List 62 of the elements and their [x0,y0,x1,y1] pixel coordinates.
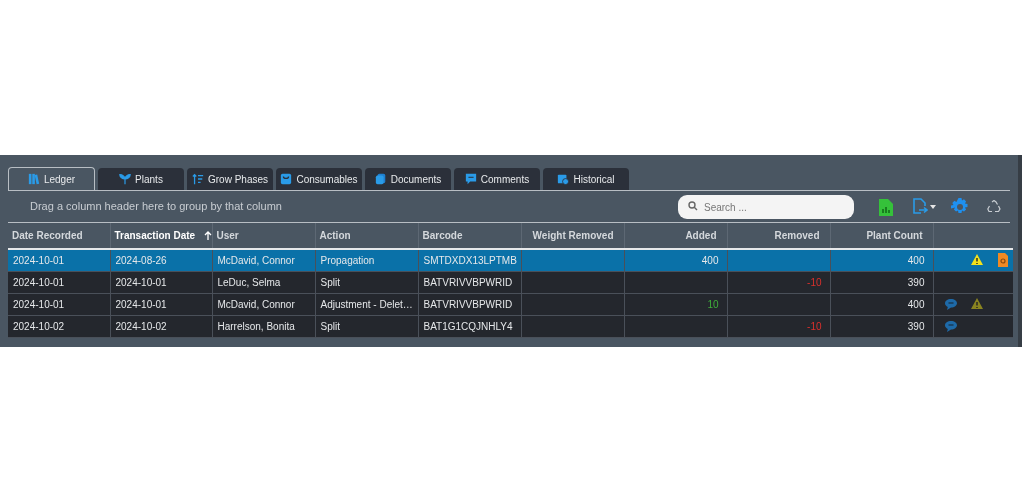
table-cell: SMTDXDX13LPTMB [418,249,521,271]
table-cell: BATVRIVVBPWRID [418,293,521,315]
document-icon[interactable] [995,253,1010,268]
documents-icon [374,173,387,185]
table-row[interactable]: 2024-10-02 2024-10-02 Harrelson, Bonita Split BAT1G1CQJNHLY4 -10 390 [8,315,1013,337]
column-header[interactable]: User [212,223,315,249]
table-cell: 2024-10-01 [8,293,110,315]
column-header[interactable]: Weight Removed [521,223,624,249]
table-cell: 400 [830,293,933,315]
table-row[interactable]: 2024-10-01 2024-10-01 McDavid, Connor Adjustment - Delet… BATVRIVVBPWRID 10 400 [8,293,1013,315]
comment-icon[interactable] [943,297,958,311]
group-panel-hint: Drag a column header here to group by that column [29,199,283,215]
table-cell: McDavid, Connor [212,249,315,271]
column-header[interactable]: Transaction Date [110,223,212,249]
tab[interactable]: Grow Phases [187,168,273,190]
table-row[interactable]: 2024-10-01 2024-10-01 LeDuc, Selma Split BATVRIVVBPWRID -10 390 [8,271,1013,293]
table-cell: 390 [830,315,933,337]
table-cell: Harrelson, Bonita [212,315,315,337]
table-cell: Propagation [315,249,418,271]
table-cell: 2024-10-01 [110,271,212,293]
table-cell: 2024-10-02 [8,315,110,337]
column-header[interactable]: Date Recorded [8,223,110,249]
table-row[interactable]: 2024-10-01 2024-08-26 McDavid, Connor Propagation SMTDXDX13LPTMB 400 400 [8,249,1013,271]
table-cell: 390 [830,271,933,293]
table-cell: -10 [727,271,830,293]
search-icon [688,200,698,211]
column-header[interactable]: Added [624,223,727,249]
tab[interactable]: Documents [365,168,451,190]
books-icon [27,173,40,185]
comment-icon[interactable] [943,319,958,333]
table-cell: 10 [624,293,727,315]
warning-icon[interactable] [969,253,984,268]
table-cell: McDavid, Connor [212,293,315,315]
table-cell: BAT1G1CQJNHLY4 [418,315,521,337]
column-header[interactable]: Barcode [418,223,521,249]
tab[interactable]: Plants [98,168,184,190]
tab[interactable]: Historical [543,168,629,190]
table-cell: 2024-10-01 [8,271,110,293]
table-cell: BATVRIVVBPWRID [418,271,521,293]
table-cell: Split [315,271,418,293]
column-header[interactable]: Removed [727,223,830,249]
table-cell: Adjustment - Delet… [315,293,418,315]
table-cell: 2024-10-01 [110,293,212,315]
table-cell: 2024-10-01 [8,249,110,271]
search-field[interactable]: Search ... [678,195,854,220]
warning-icon[interactable] [969,297,984,311]
sort-icon [192,173,204,185]
tab[interactable]: Ledger [8,167,95,190]
table-cell: LeDuc, Selma [212,271,315,293]
tab[interactable]: Consumables [276,168,362,190]
table-cell: -10 [727,315,830,337]
column-header[interactable]: Plant Count [830,223,933,249]
table-cell: 2024-08-26 [110,249,212,271]
table-cell: Split [315,315,418,337]
box-icon [280,173,293,185]
comment-icon [464,173,477,185]
table-cell: 400 [830,249,933,271]
column-header[interactable]: Action [315,223,418,249]
sprout-icon [119,173,132,185]
table-cell: 2024-10-02 [110,315,212,337]
tab[interactable]: Comments [454,168,540,190]
table-cell: 400 [624,249,727,271]
